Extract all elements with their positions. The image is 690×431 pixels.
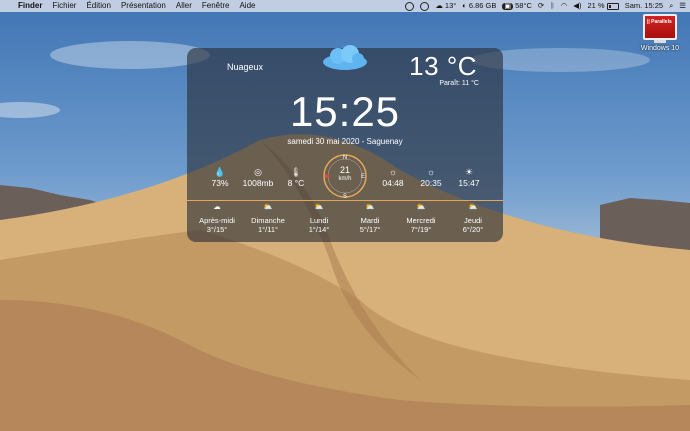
memory-value: 6.86 GB [468, 1, 497, 10]
desktop-icon-label: Windows 10 [640, 45, 680, 52]
current-temperature: 13 °C [409, 51, 477, 81]
date-location: samedi 30 mai 2020 - Saguenay [287, 137, 403, 146]
forecast-temps: 5°/17° [359, 225, 381, 234]
thermometer-icon: 🌡 [290, 167, 302, 177]
sunrise-icon: ☼ [388, 167, 398, 177]
forecast-row: ☁ Après-midi 3°/15° ⛅ Dimanche 1°/11° ⛅ … [187, 202, 503, 242]
sun-icon: ☀ [464, 167, 474, 177]
cloud-icon [323, 45, 367, 70]
partly-cloudy-icon: ⛅ [416, 202, 426, 211]
humidity-value: 73% [211, 178, 229, 188]
weather-widget[interactable]: Nuageux 13 °C Paraît: 11 °C 15:25 samedi… [187, 45, 503, 242]
memory-status[interactable]: ◐ 6.86 GB [462, 0, 496, 12]
forecast-day: ⛅ Mercredi 7°/19° [394, 202, 448, 234]
pressure-value: 1008mb [242, 178, 274, 188]
forecast-day-label: Mardi [360, 216, 380, 225]
cpu-temp-value: 58°C [515, 0, 532, 10]
daylight-value: 15:47 [458, 178, 480, 188]
forecast-day: ⛅ Jeudi 6°/20° [446, 202, 500, 234]
dewpoint-value: 8 °C [287, 178, 305, 188]
menu-fenetre[interactable]: Fenêtre [202, 0, 230, 12]
droplet-icon: 💧 [214, 167, 226, 177]
menu-aller[interactable]: Aller [176, 0, 192, 12]
sync-icon[interactable]: ⟳ [538, 0, 544, 12]
forecast-day: ☁ Après-midi 3°/15° [190, 202, 244, 234]
bluetooth-icon[interactable]: ᛒ [550, 0, 555, 12]
condition-text: Nuageux [227, 62, 264, 72]
menu-presentation[interactable]: Présentation [121, 0, 166, 12]
menu-edition[interactable]: Édition [86, 0, 110, 12]
feels-like: Paraît: 11 °C [439, 80, 479, 87]
partly-cloudy-icon: ⛅ [314, 202, 324, 211]
forecast-day-label: Après-midi [199, 216, 235, 225]
forecast-day-label: Mercredi [406, 216, 436, 225]
sunset-icon: ☼ [426, 167, 436, 177]
clock[interactable]: Sam. 15:25 [625, 0, 663, 12]
partly-cloudy-icon: ⛅ [468, 202, 478, 211]
weather-status[interactable]: ☁ 13° [435, 0, 456, 12]
weather-status-temp: 13° [444, 1, 457, 10]
forecast-day: ⛅ Lundi 1°/14° [292, 202, 346, 234]
battery-status[interactable]: 21 % [588, 0, 619, 12]
forecast-day-label: Dimanche [251, 216, 285, 225]
search-icon[interactable]: ⌕ [669, 0, 673, 12]
divider [187, 200, 503, 201]
status-area: ☁ 13° ◐ 6.86 GB ▣ 58°C ⟳ ᛒ ◠ ◀) 21 % Sam… [399, 0, 686, 13]
menu-finder[interactable]: Finder [18, 0, 42, 12]
dewpoint-stat: 🌡 8 °C [276, 166, 316, 188]
wind-speed: 21 [339, 165, 350, 175]
sunset-value: 20:35 [420, 178, 442, 188]
forecast-temps: 3°/15° [206, 225, 228, 234]
partly-cloudy-icon: ⛅ [263, 202, 273, 211]
time-display: 15:25 [289, 88, 401, 135]
pressure-stat: ◎ 1008mb [238, 166, 278, 188]
battery-percent: 21 % [587, 1, 605, 10]
daylight-stat: ☀ 15:47 [449, 166, 489, 188]
forecast-day-label: Lundi [309, 216, 329, 225]
forecast-temps: 7°/19° [410, 225, 432, 234]
menu-aide[interactable]: Aide [239, 0, 255, 12]
accessibility-icon[interactable] [420, 1, 430, 11]
humidity-stat: 💧 73% [200, 166, 240, 188]
menu-bar: Finder Fichier Édition Présentation Alle… [0, 0, 690, 12]
menu-fichier[interactable]: Fichier [52, 0, 76, 12]
forecast-temps: 6°/20° [462, 225, 484, 234]
control-center-icon[interactable]: ☰ [679, 0, 686, 12]
volume-icon[interactable]: ◀) [573, 0, 581, 12]
forecast-temps: 1°/11° [257, 225, 279, 234]
monitor-stand [654, 40, 666, 43]
wind-unit: km/h [338, 176, 352, 182]
forecast-day-label: Jeudi [464, 216, 482, 225]
dawn-value: 04:48 [382, 178, 404, 188]
chip-icon: ▣ [502, 2, 514, 10]
user-icon[interactable] [405, 1, 415, 11]
battery-icon [606, 2, 619, 10]
wifi-icon[interactable]: ◠ [561, 0, 568, 12]
parallels-vm-icon: || Parallels [643, 14, 677, 40]
gauge-icon: ◎ [254, 167, 262, 177]
cpu-temp-status[interactable]: ▣ 58°C [502, 0, 532, 13]
partly-cloudy-icon: ⛅ [365, 202, 375, 211]
forecast-day: ⛅ Dimanche 1°/11° [241, 202, 295, 234]
desktop-icon-windows10[interactable]: || Parallels Windows 10 [632, 14, 688, 52]
forecast-day: ⛅ Mardi 5°/17° [343, 202, 397, 234]
dawn-stat: ☼ 04:48 [373, 166, 413, 188]
forecast-temps: 1°/14° [308, 225, 330, 234]
compass-n: N [343, 155, 347, 161]
sunset-stat: ☼ 20:35 [411, 166, 451, 188]
cloud-icon: ☁ [213, 202, 221, 211]
